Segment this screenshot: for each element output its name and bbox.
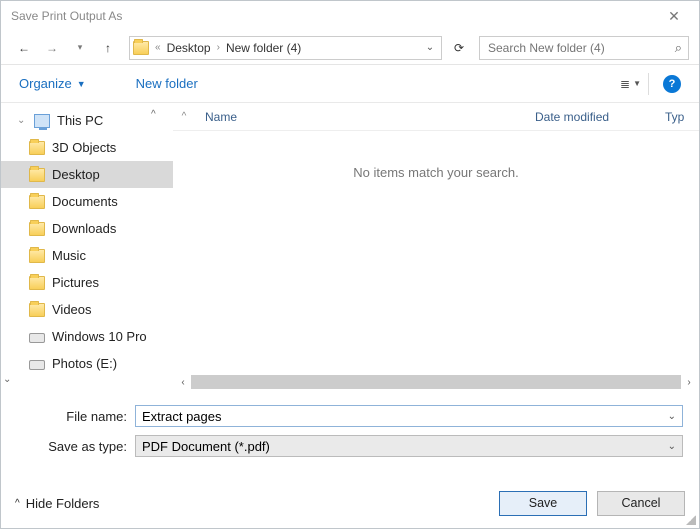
scrollbar-horizontal[interactable]: [191, 375, 681, 389]
breadcrumb[interactable]: Desktop: [166, 41, 212, 55]
save-as-type-value: PDF Document (*.pdf): [142, 439, 270, 454]
sidebar-item-music[interactable]: Music: [1, 242, 173, 269]
sidebar-item-downloads[interactable]: Downloads: [1, 215, 173, 242]
recent-locations-button[interactable]: ▾: [67, 35, 93, 61]
sidebar-item-label: Desktop: [52, 167, 100, 182]
drive-icon: [29, 333, 45, 343]
breadcrumb[interactable]: New folder (4): [225, 41, 302, 55]
sidebar-item-label: Windows 10 Pro: [52, 329, 147, 344]
sidebar-item-this-pc[interactable]: ⌄ This PC: [1, 107, 173, 134]
forward-button[interactable]: →: [39, 35, 65, 61]
sidebar-item-3d-objects[interactable]: 3D Objects: [1, 134, 173, 161]
breadcrumb-sep: «: [150, 42, 166, 53]
sidebar-item-label: Videos: [52, 302, 92, 317]
sidebar-item-documents[interactable]: Documents: [1, 188, 173, 215]
back-button[interactable]: ←: [11, 35, 37, 61]
sidebar-item-pictures[interactable]: Pictures: [1, 269, 173, 296]
save-button[interactable]: Save: [499, 491, 587, 516]
column-header-type[interactable]: Typ: [665, 110, 699, 124]
close-button[interactable]: ✕: [657, 8, 691, 25]
chevron-down-icon: ▼: [633, 79, 641, 88]
organize-menu[interactable]: Organize ▼: [19, 76, 86, 91]
resize-grip[interactable]: [686, 515, 696, 525]
window-title: Save Print Output As: [9, 9, 657, 23]
new-folder-button[interactable]: New folder: [136, 76, 198, 91]
filename-value: Extract pages: [142, 409, 222, 424]
chevron-down-icon[interactable]: ⌄: [17, 115, 27, 126]
hide-folders-toggle[interactable]: ^ Hide Folders: [15, 496, 99, 511]
folder-icon: [29, 276, 45, 290]
folder-icon: [29, 168, 45, 182]
view-icon: ≣: [620, 77, 630, 91]
refresh-button[interactable]: ⟳: [447, 36, 471, 60]
folder-icon: [29, 141, 45, 155]
folder-icon: [29, 303, 45, 317]
sidebar-item-label: Photos (E:): [52, 356, 117, 371]
folder-icon: [29, 249, 45, 263]
sidebar-item-label: Music: [52, 248, 86, 263]
column-header-date[interactable]: Date modified: [535, 110, 665, 124]
save-as-type-label: Save as type:: [17, 439, 135, 454]
chevron-up-icon[interactable]: ^: [151, 109, 156, 120]
navigation-pane: ^ ⌄ This PC 3D Objects Desktop Documents: [1, 103, 173, 391]
file-list-pane: ^ Name Date modified Typ No items match …: [173, 103, 699, 391]
scroll-left-icon[interactable]: ‹: [176, 375, 190, 389]
column-sort-indicator[interactable]: ^: [173, 111, 195, 122]
folder-icon: [29, 195, 45, 209]
help-button[interactable]: ?: [663, 75, 681, 93]
up-button[interactable]: ↑: [95, 35, 121, 61]
column-header-name[interactable]: Name: [195, 110, 535, 124]
sidebar-item-videos[interactable]: Videos: [1, 296, 173, 323]
organize-label: Organize: [19, 76, 72, 91]
search-box[interactable]: ⌕: [479, 36, 689, 60]
chevron-up-icon: ^: [15, 498, 20, 509]
search-icon[interactable]: ⌕: [675, 40, 682, 56]
drive-icon: [29, 360, 45, 370]
pc-icon: [34, 114, 50, 128]
sidebar-item-label: Downloads: [52, 221, 116, 236]
sidebar-item-label: 3D Objects: [52, 140, 116, 155]
search-input[interactable]: [486, 40, 675, 56]
chevron-down-icon[interactable]: ⌄: [668, 441, 676, 452]
sidebar-item-desktop[interactable]: Desktop: [1, 161, 173, 188]
chevron-down-icon[interactable]: ⌄: [3, 374, 11, 385]
chevron-down-icon: ▼: [77, 79, 86, 89]
empty-folder-message: No items match your search.: [173, 165, 699, 180]
sidebar-item-label: Pictures: [52, 275, 99, 290]
sidebar-item-label: Documents: [52, 194, 118, 209]
folder-icon: [29, 222, 45, 236]
hide-folders-label: Hide Folders: [26, 496, 100, 511]
view-options-button[interactable]: ≣ ▼: [613, 73, 649, 95]
chevron-down-icon[interactable]: ⌄: [668, 411, 676, 422]
sidebar-item-windows-drive[interactable]: Windows 10 Pro: [1, 323, 173, 350]
cancel-button[interactable]: Cancel: [597, 491, 685, 516]
scroll-right-icon[interactable]: ›: [682, 375, 696, 389]
address-dropdown[interactable]: ⌄: [421, 42, 439, 53]
folder-icon: [132, 41, 150, 55]
address-bar[interactable]: « Desktop › New folder (4) ⌄: [129, 36, 442, 60]
sidebar-item-label: This PC: [57, 113, 103, 128]
sidebar-item-photos-drive[interactable]: Photos (E:): [1, 350, 173, 377]
filename-input[interactable]: Extract pages ⌄: [135, 405, 683, 427]
filename-label: File name:: [17, 409, 135, 424]
breadcrumb-sep: ›: [212, 42, 225, 53]
save-as-type-select[interactable]: PDF Document (*.pdf) ⌄: [135, 435, 683, 457]
